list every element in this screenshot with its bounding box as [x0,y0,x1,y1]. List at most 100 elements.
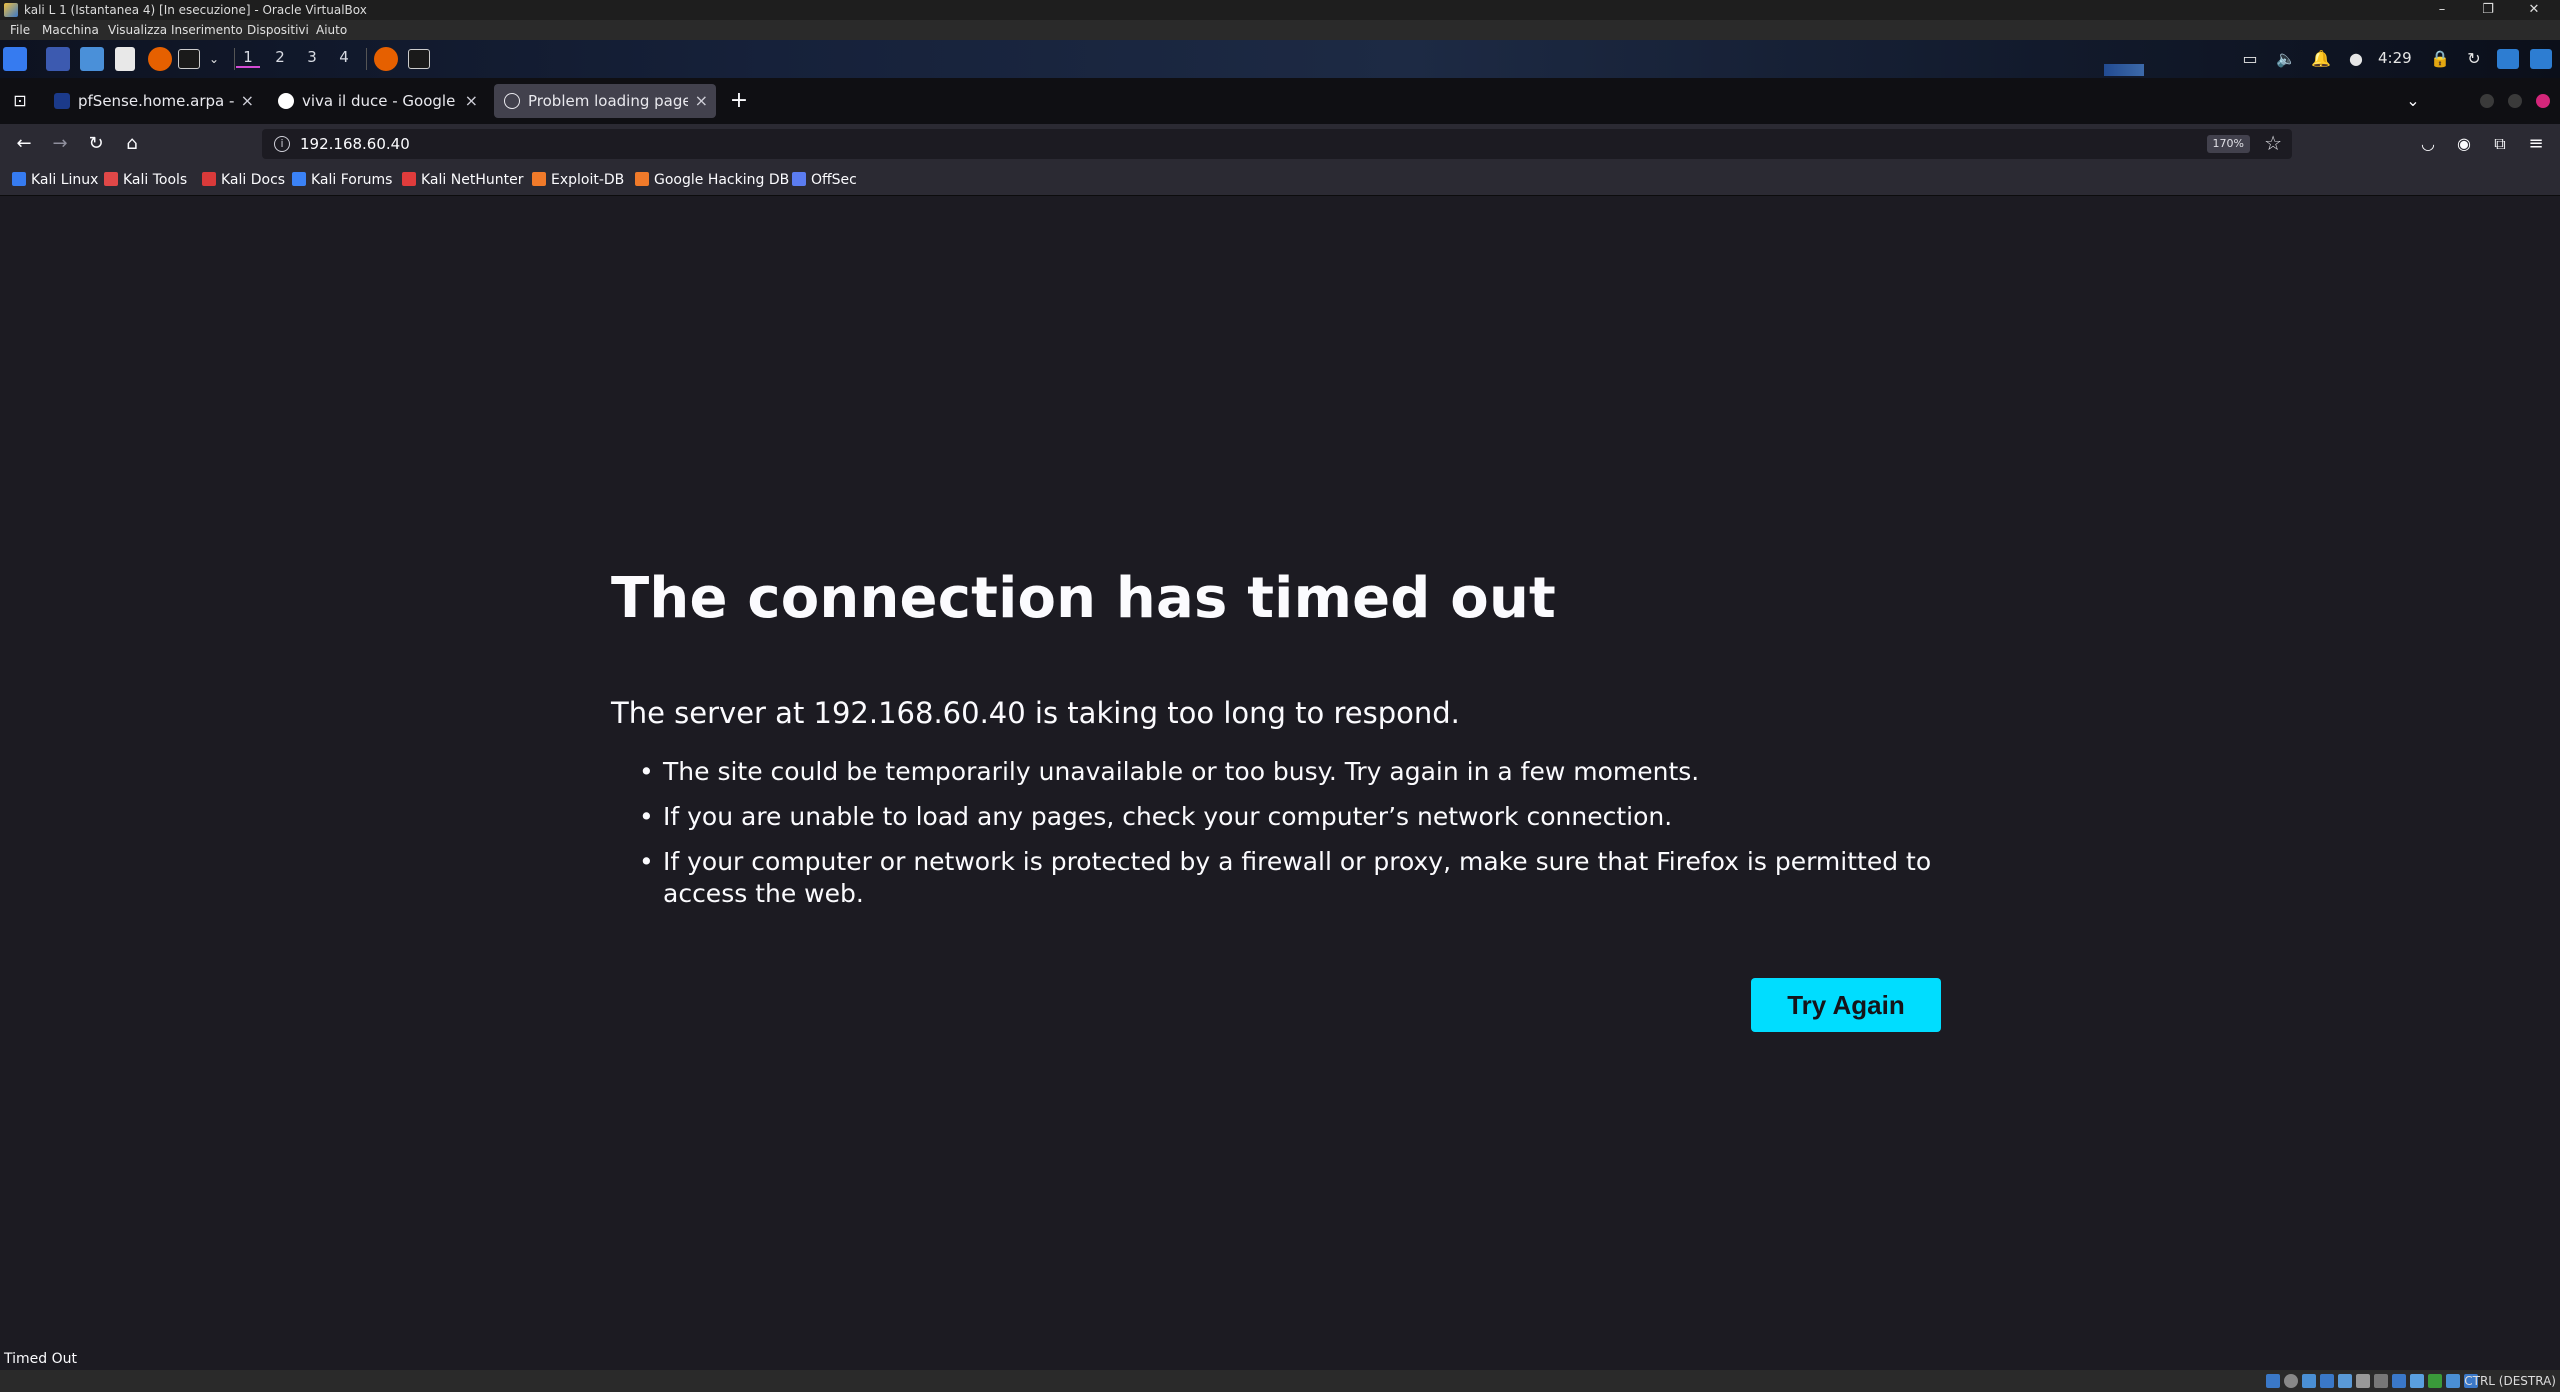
url-text[interactable]: 192.168.60.40 [300,129,410,159]
usb-icon[interactable] [2338,1374,2352,1388]
minimize-firefox-button[interactable] [2480,94,2494,108]
shared-folders-icon[interactable] [2356,1374,2370,1388]
vbox-titlebar: kali L 1 (Istantanea 4) [In esecuzione] … [0,0,2560,20]
vbox-menubar: File Macchina Visualizza Inserimento Dis… [0,20,2560,40]
guest-additions-icon[interactable] [2428,1374,2442,1388]
forward-button[interactable]: → [48,132,72,156]
chevron-down-icon[interactable]: ⌄ [204,49,224,69]
workspace-4[interactable]: 4 [332,48,356,66]
tab-strip: ⊡ pfSense.home.arpa - Serv × viva il duc… [0,78,2560,124]
panel-separator [234,48,235,70]
firefox-window-icon[interactable] [374,47,398,71]
window-title: kali L 1 (Istantanea 4) [In esecuzione] … [24,3,367,17]
bookmark-star-icon[interactable]: ☆ [2264,131,2282,155]
firefox-launcher-icon[interactable] [148,47,172,71]
display-settings-icon[interactable] [2374,1374,2388,1388]
hard-disk-icon[interactable] [2266,1374,2280,1388]
bookmark-google-hacking-db[interactable]: Google Hacking DB [635,171,789,189]
close-tab-icon[interactable]: × [241,84,254,118]
menu-visualizza[interactable]: Visualizza [108,20,167,40]
list-all-tabs-icon[interactable]: ⌄ [2401,89,2425,113]
lock-icon[interactable]: 🔒 [2430,49,2450,69]
terminal-launcher-icon[interactable] [178,49,200,69]
virtualization-icon[interactable] [2410,1374,2424,1388]
menu-aiuto[interactable]: Aiuto [316,20,347,40]
window-switcher-icon[interactable] [2497,49,2519,69]
bookmark-kali-docs[interactable]: Kali Docs [202,171,285,189]
close-window-button[interactable]: ✕ [2516,0,2552,20]
kali-menu-icon[interactable] [3,47,27,71]
bookmark-label: Google Hacking DB [654,172,790,188]
menu-file[interactable]: File [10,20,30,40]
bookmark-kali-linux[interactable]: Kali Linux [12,171,98,189]
cpu-graph [2104,64,2144,76]
menu-inserimento[interactable]: Inserimento [171,20,243,40]
panel-separator [366,48,367,70]
workspace-1[interactable]: 1 [236,48,260,68]
recording-icon[interactable] [2392,1374,2406,1388]
error-subtitle: The server at 192.168.60.40 is taking to… [611,696,1460,730]
hamburger-menu-icon[interactable]: ≡ [2524,132,2548,156]
menu-dispositivi[interactable]: Dispositivi [247,20,309,40]
kali-docs-icon [202,172,216,186]
audio-icon[interactable] [2302,1374,2316,1388]
page-content: The connection has timed out The server … [0,196,2560,1358]
back-button[interactable]: ← [12,132,36,156]
tab-pfsense[interactable]: pfSense.home.arpa - Serv × [44,84,262,118]
close-firefox-button[interactable] [2536,94,2550,108]
close-tab-icon[interactable]: × [465,84,478,118]
firefox-view-icon[interactable]: ⊡ [8,89,32,113]
error-title: The connection has timed out [611,566,1556,631]
pocket-icon[interactable]: ◡ [2416,132,2440,156]
zoom-indicator[interactable]: 170% [2206,135,2250,153]
status-text: Timed Out [0,1348,81,1370]
virtualbox-logo-icon [4,3,18,17]
terminal-window-icon[interactable] [408,49,430,69]
home-button[interactable]: ⌂ [120,132,144,156]
window-switcher-icon[interactable] [2530,49,2552,69]
workspace-2[interactable]: 2 [268,48,292,66]
kali-panel: ⌄ 1 2 3 4 ▭ 🔈 🔔 ● 4:29 🔒 ↻ [0,40,2560,78]
text-editor-icon[interactable] [115,47,135,71]
exploitdb-icon [532,172,546,186]
try-again-button[interactable]: Try Again [1751,978,1941,1032]
extensions-icon[interactable]: ⧉ [2488,132,2512,156]
bookmark-kali-tools[interactable]: Kali Tools [104,171,187,189]
info-icon [504,93,520,109]
reload-button[interactable]: ↻ [84,132,108,156]
bell-icon[interactable]: 🔔 [2311,49,2331,69]
restore-button[interactable]: ❐ [2470,0,2506,20]
bookmark-kali-nethunter[interactable]: Kali NetHunter [402,171,523,189]
tab-google-search[interactable]: viva il duce - Google Searc × [268,84,486,118]
new-tab-button[interactable]: + [727,89,751,113]
menu-macchina[interactable]: Macchina [42,20,99,40]
network-adapter-icon[interactable] [2320,1374,2334,1388]
ghdb-icon [635,172,649,186]
site-info-icon[interactable]: i [274,136,290,152]
tab-title: viva il duce - Google Searc [302,92,458,110]
clock[interactable]: 4:29 [2378,49,2412,67]
display-icon[interactable]: ▭ [2240,49,2260,69]
bookmark-offsec[interactable]: OffSec [792,171,857,189]
workspace-3[interactable]: 3 [300,48,324,66]
bookmark-kali-forums[interactable]: Kali Forums [292,171,392,189]
volume-icon[interactable]: 🔈 [2276,49,2296,69]
mouse-integration-icon[interactable] [2446,1374,2460,1388]
account-icon[interactable]: ◉ [2452,132,2476,156]
show-desktop-icon[interactable] [46,47,70,71]
bookmark-label: Kali Linux [31,172,99,188]
tab-title: pfSense.home.arpa - Serv [78,92,234,110]
close-tab-icon[interactable]: × [695,84,708,118]
url-bar[interactable]: i 192.168.60.40 170% ☆ [262,129,2292,159]
optical-drive-icon[interactable] [2284,1374,2298,1388]
maximize-firefox-button[interactable] [2508,94,2522,108]
bookmark-exploit-db[interactable]: Exploit-DB [532,171,624,189]
refresh-icon[interactable]: ↻ [2464,49,2484,69]
offsec-icon [792,172,806,186]
file-manager-icon[interactable] [80,47,104,71]
vbox-statusbar: CTRL (DESTRA) [0,1370,2560,1392]
minimize-button[interactable]: – [2424,0,2460,20]
google-icon [278,93,294,109]
tab-problem-loading[interactable]: Problem loading page × [494,84,716,118]
network-icon[interactable]: ● [2346,49,2366,69]
